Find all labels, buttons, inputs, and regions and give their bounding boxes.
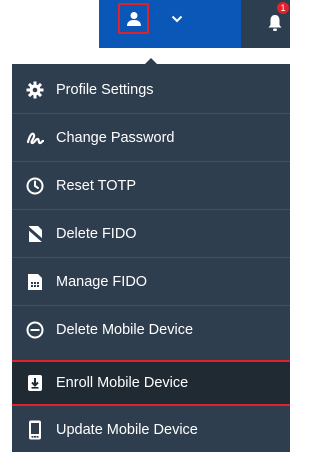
- user-icon: [127, 12, 141, 26]
- menu-divider: [12, 257, 290, 258]
- key-off-icon: [25, 224, 45, 244]
- menu-divider: [12, 209, 290, 210]
- mobile-icon: [25, 420, 45, 440]
- menu-item-label: Change Password: [56, 130, 175, 146]
- menu-item-label: Manage FIDO: [56, 274, 148, 290]
- menu-item-label: Delete Mobile Device: [56, 322, 194, 338]
- menu-item-label: Update Mobile Device: [56, 422, 198, 438]
- menu-divider: [12, 113, 290, 114]
- user-dropdown-menu: Profile Settings Change Password Reset T…: [12, 64, 290, 452]
- menu-item-delete-fido[interactable]: Delete FIDO: [12, 212, 290, 256]
- gear-icon: [25, 80, 45, 100]
- menu-divider: [12, 305, 290, 306]
- chevron-down-icon[interactable]: [171, 14, 183, 24]
- signature-icon: [25, 128, 45, 148]
- top-bar: 1: [0, 0, 290, 48]
- menu-item-update-mobile-device[interactable]: Update Mobile Device: [12, 408, 290, 452]
- menu-item-delete-mobile-device[interactable]: Delete Mobile Device: [12, 308, 290, 352]
- menu-item-label: Delete FIDO: [56, 226, 137, 242]
- menu-item-reset-totp[interactable]: Reset TOTP: [12, 164, 290, 208]
- menu-item-enroll-mobile-device[interactable]: Enroll Mobile Device: [12, 360, 290, 406]
- top-bar-left: [0, 0, 99, 48]
- menu-item-label: Profile Settings: [56, 82, 154, 98]
- menu-item-profile-settings[interactable]: Profile Settings: [12, 68, 290, 112]
- menu-item-label: Reset TOTP: [56, 178, 137, 194]
- menu-divider: [12, 161, 290, 162]
- bell-icon[interactable]: [268, 14, 282, 32]
- sim-card-icon: [25, 272, 45, 292]
- notification-badge: 1: [277, 2, 289, 14]
- menu-item-change-password[interactable]: Change Password: [12, 116, 290, 160]
- menu-item-label: Enroll Mobile Device: [56, 375, 189, 391]
- download-box-icon: [25, 373, 45, 393]
- clock-icon: [25, 176, 45, 196]
- menu-item-manage-fido[interactable]: Manage FIDO: [12, 260, 290, 304]
- minus-circle-icon: [25, 320, 45, 340]
- user-menu-button[interactable]: [118, 3, 149, 34]
